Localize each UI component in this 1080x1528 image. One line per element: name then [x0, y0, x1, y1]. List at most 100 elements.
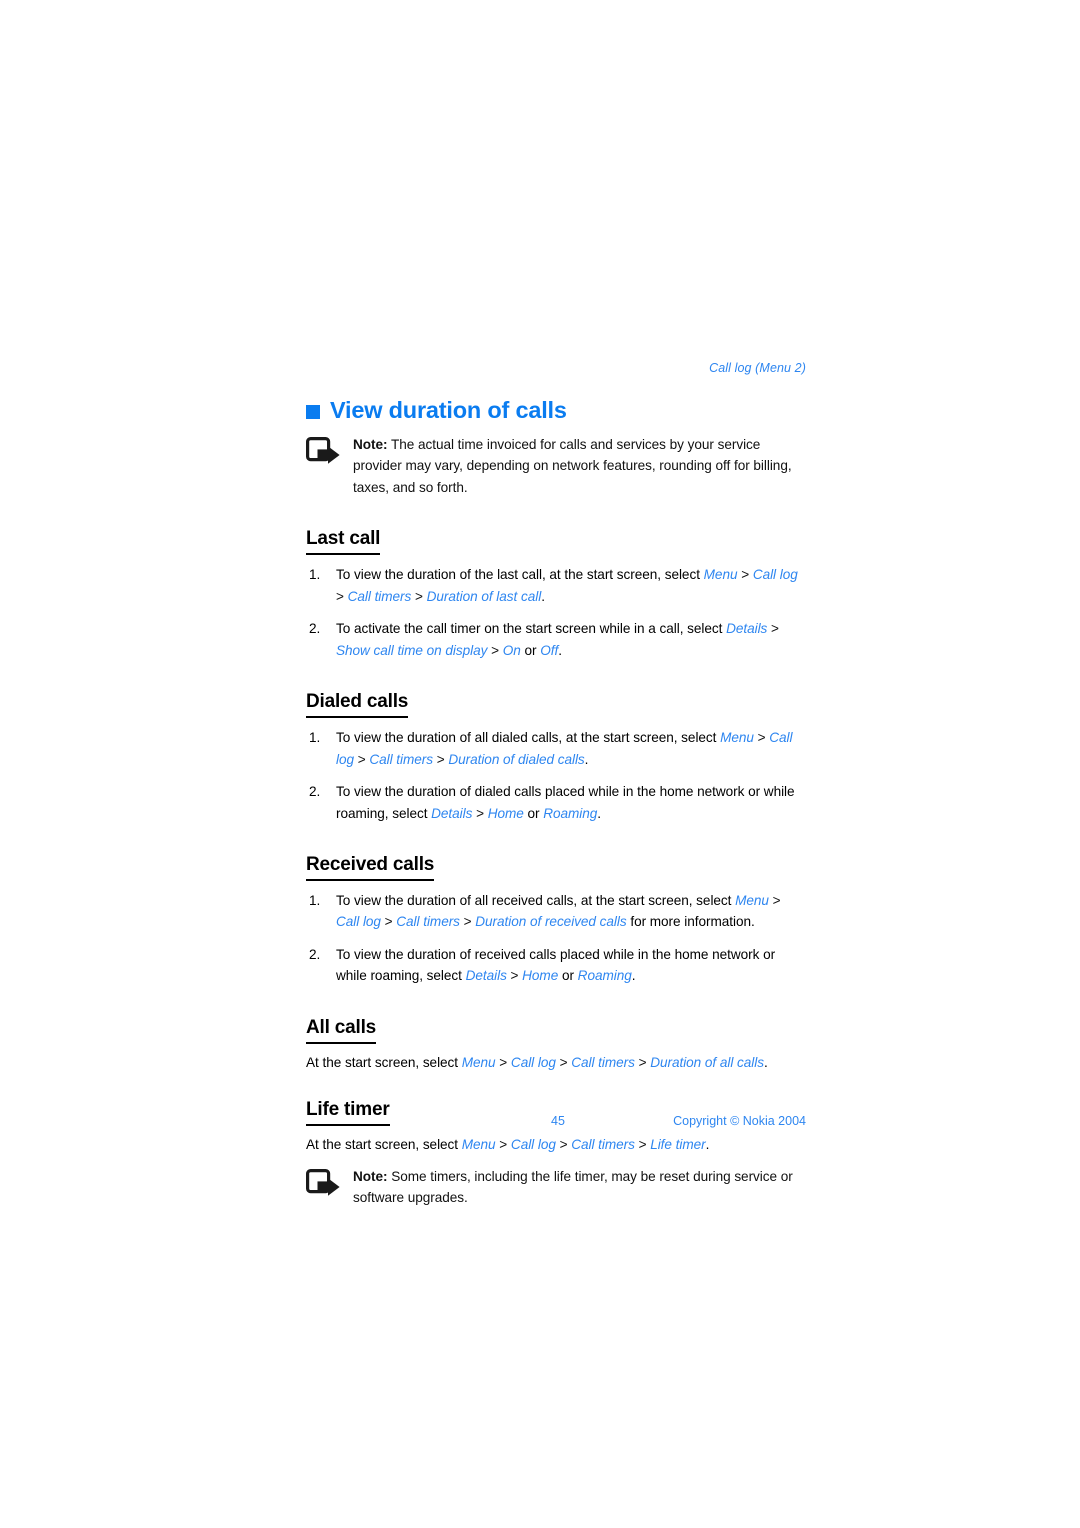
note-body-text: Some timers, including the life timer, m… [353, 1168, 793, 1206]
ui-path-token: Call timers [571, 1054, 635, 1070]
section-dialed-calls: Dialed calls 1. To view the duration of a… [306, 691, 806, 824]
section-received-calls: Received calls 1. To view the duration of… [306, 854, 806, 987]
ui-path-token: Roaming [543, 805, 598, 821]
list-item: 1. To view the duration of all dialed cal… [306, 727, 806, 770]
step-number: 2. [309, 946, 321, 962]
step-number: 2. [309, 621, 321, 637]
ui-path-token: Call log [510, 1137, 556, 1153]
paragraph-life-timer: At the start screen, select Menu > Call … [306, 1134, 806, 1156]
ui-path-token: Details [431, 805, 473, 821]
section-heading-dialed-calls: Dialed calls [306, 691, 408, 719]
step-text: To view the duration of all received cal… [336, 892, 736, 908]
ui-path-token: On [502, 642, 521, 658]
step-text: To view the duration of the last call, a… [336, 567, 704, 583]
section-last-call: Last call 1. To view the duration of the … [306, 528, 806, 661]
path-separator: > [495, 1054, 511, 1070]
step-text-mid: or [523, 805, 544, 821]
step-number: 2. [309, 784, 321, 800]
page-number: 45 [551, 1114, 565, 1128]
page-content: Call log (Menu 2) View duration of calls… [306, 360, 806, 1209]
path-separator: > [354, 751, 370, 767]
note-text-top: Note: The actual time invoiced for calls… [353, 434, 806, 499]
ui-path-token: Life timer [650, 1137, 706, 1153]
note-label: Note: [353, 1168, 388, 1184]
section-heading-all-calls: All calls [306, 1017, 376, 1044]
ui-path-token: Details [465, 968, 507, 984]
ui-path-token: Menu [461, 1054, 496, 1070]
note-arrow-icon [306, 436, 340, 464]
step-text: To activate the call timer on the start … [336, 621, 727, 637]
path-separator: > [634, 1054, 651, 1070]
note-label: Note: [353, 436, 388, 452]
path-separator: > [487, 642, 503, 658]
page-title: View duration of calls [330, 397, 567, 423]
ui-path-token: Duration of received calls [475, 914, 627, 930]
running-header: Call log (Menu 2) [709, 361, 806, 375]
ui-path-token: Home [522, 968, 559, 984]
path-separator: > [472, 805, 488, 821]
page-footer: 45 Copyright © Nokia 2004 [306, 1114, 806, 1134]
path-separator: > [767, 621, 779, 637]
path-separator: > [753, 730, 770, 746]
ui-path-token: Menu [720, 730, 754, 746]
path-separator: > [336, 588, 348, 604]
list-item: 2. To view the duration of dialed calls p… [306, 781, 806, 824]
step-text-tail: . [631, 968, 636, 984]
chapter-title: View duration of calls [306, 397, 806, 424]
ui-path-token: Menu [735, 892, 769, 908]
steps-received-calls: 1. To view the duration of all received c… [306, 890, 806, 987]
step-number: 1. [309, 892, 321, 908]
para-text-tail: . [705, 1137, 710, 1153]
step-text-tail: . [597, 805, 602, 821]
paragraph-all-calls: At the start screen, select Menu > Call … [306, 1052, 806, 1074]
step-text-mid: or [520, 642, 541, 658]
path-separator: > [459, 914, 476, 930]
path-separator: > [380, 914, 397, 930]
step-number: 1. [309, 730, 321, 746]
steps-last-call: 1. To view the duration of the last call,… [306, 564, 806, 661]
step-text-tail: . [558, 642, 562, 658]
step-text-tail: . [584, 751, 589, 767]
note-arrow-icon [306, 1168, 340, 1196]
path-separator: > [555, 1137, 572, 1153]
ui-path-token: Show call time on display [336, 642, 488, 658]
path-separator: > [411, 588, 427, 604]
path-separator: > [506, 968, 523, 984]
ui-path-token: Menu [461, 1137, 496, 1153]
ui-path-token: Call log [510, 1054, 556, 1070]
ui-path-token: Off [540, 642, 559, 658]
note-block-top: Note: The actual time invoiced for calls… [306, 434, 806, 499]
ui-path-token: Menu [703, 567, 738, 583]
list-item: 1. To view the duration of all received c… [306, 890, 806, 933]
ui-path-token: Home [487, 805, 524, 821]
path-separator: > [433, 751, 449, 767]
para-text-tail: . [764, 1054, 768, 1070]
ui-path-token: Call timers [571, 1137, 635, 1153]
ui-path-token: Call timers [369, 751, 433, 767]
path-separator: > [737, 567, 753, 583]
ui-path-token: Duration of all calls [650, 1054, 764, 1070]
ui-path-token: Call log [752, 567, 798, 583]
step-text-tail: for more information. [626, 914, 755, 930]
section-heading-received-calls: Received calls [306, 854, 434, 881]
section-heading-last-call: Last call [306, 528, 380, 556]
note-text-life-timer: Note: Some timers, including the life ti… [353, 1166, 806, 1209]
para-text: At the start screen, select [306, 1054, 462, 1070]
ui-path-token: Duration of last call [426, 588, 542, 604]
ui-path-token: Call timers [396, 914, 460, 930]
step-text: To view the duration of all dialed calls… [336, 730, 721, 746]
ui-path-token: Call log [336, 914, 381, 930]
ui-path-token: Call timers [347, 588, 412, 604]
step-number: 1. [309, 567, 321, 583]
note-block-life-timer: Note: Some timers, including the life ti… [306, 1166, 806, 1209]
para-text: At the start screen, select [306, 1137, 462, 1153]
blue-square-bullet-icon [306, 404, 320, 419]
ui-path-token: Duration of dialed calls [448, 751, 585, 767]
step-text-tail: . [541, 588, 545, 604]
manual-page: Call log (Menu 2) View duration of calls… [0, 0, 1080, 1528]
note-body-text: The actual time invoiced for calls and s… [353, 436, 792, 495]
list-item: 2. To view the duration of received calls… [306, 944, 806, 987]
ui-path-token: Details [726, 621, 768, 637]
step-text-mid: or [558, 968, 578, 984]
path-separator: > [634, 1137, 651, 1153]
